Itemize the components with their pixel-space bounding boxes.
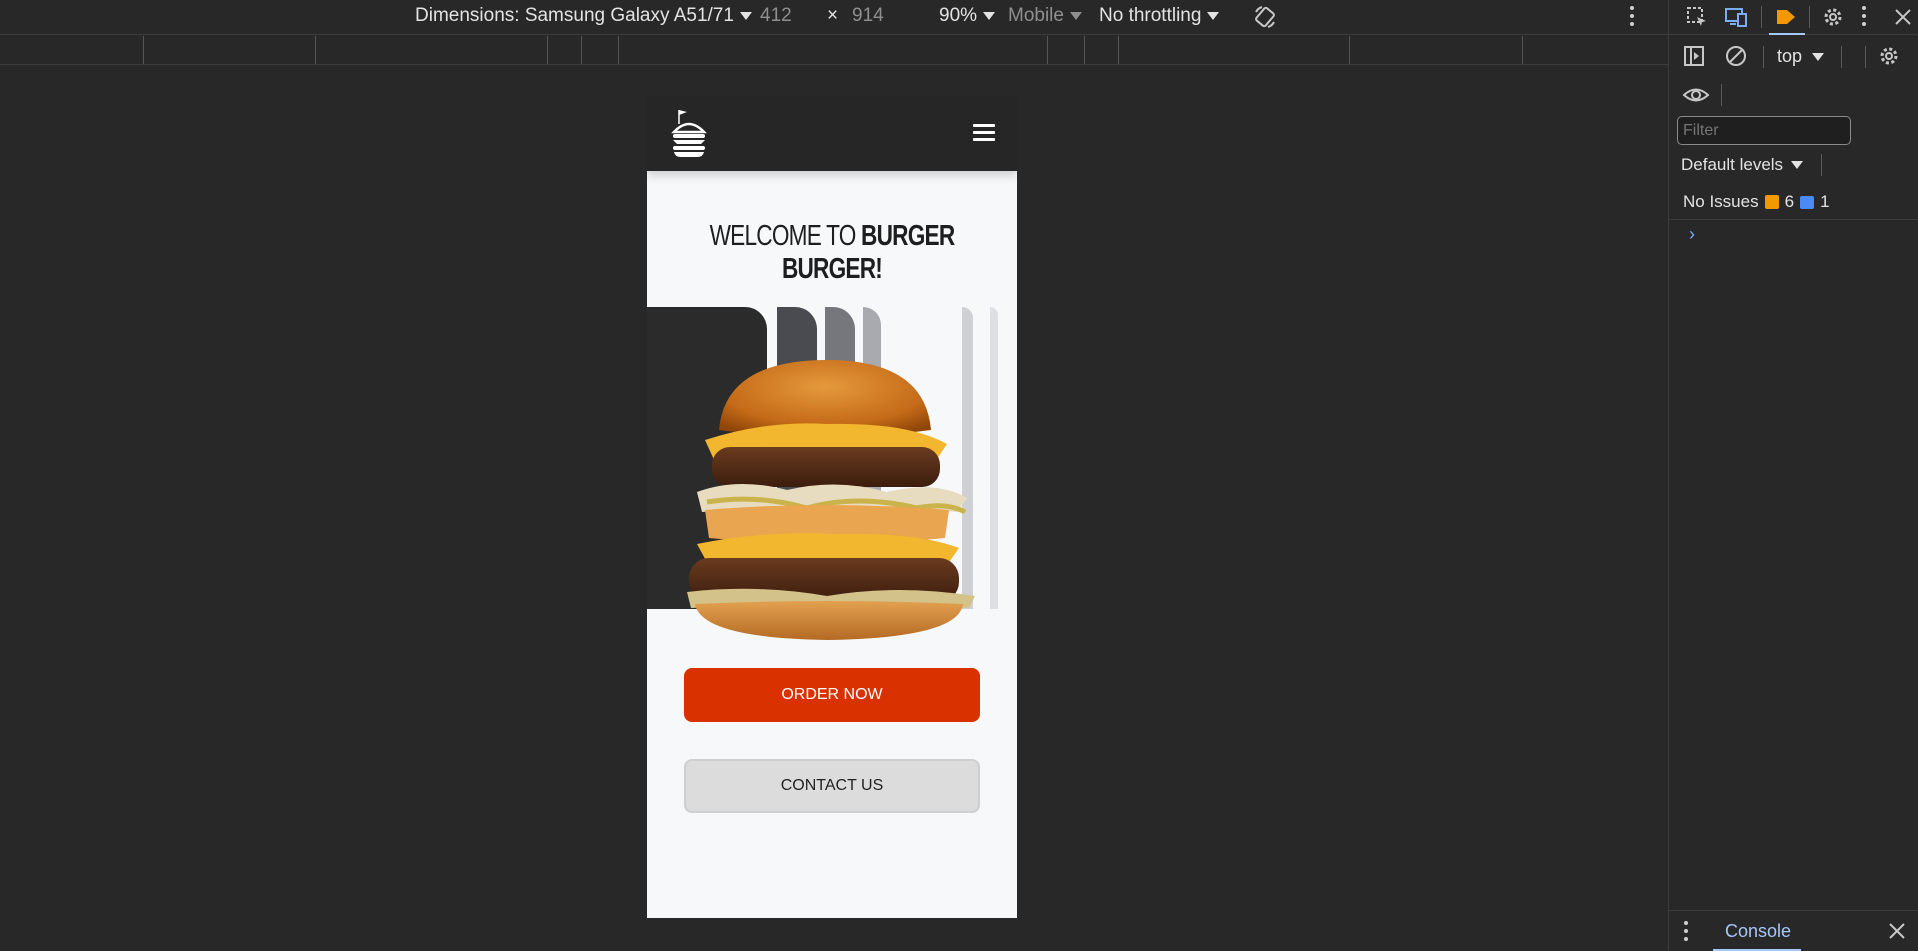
throttling-dropdown[interactable]: No throttling <box>1099 5 1220 27</box>
zoom-dropdown[interactable]: 90% <box>939 5 996 27</box>
height-input[interactable]: 914 <box>852 5 884 27</box>
info-count: 1 <box>1820 192 1830 211</box>
order-now-button[interactable]: ORDER NOW <box>684 668 980 722</box>
device-dimensions-label: Dimensions: Samsung Galaxy A51/71 <box>415 5 734 26</box>
drawer-more-icon[interactable] <box>1683 921 1689 941</box>
issues-label: No Issues <box>1683 192 1759 211</box>
inspect-element-icon[interactable] <box>1685 5 1709 29</box>
settings-gear-icon[interactable] <box>1821 5 1845 29</box>
clear-console-icon[interactable] <box>1724 44 1748 68</box>
devtools-panel: top Default levels No Issues 6 1 <box>1668 0 1918 951</box>
chevron-down-icon <box>1069 12 1082 20</box>
devtools-more-icon[interactable] <box>1861 6 1867 26</box>
welcome-prefix: WELCOME TO <box>709 220 862 252</box>
warning-count: 6 <box>1784 192 1795 211</box>
sidebar-toggle-icon[interactable] <box>1682 44 1706 68</box>
chevron-down-icon <box>1812 52 1825 61</box>
mobile-viewport: WELCOME TO BURGER BURGER! ORDER NOW CONT… <box>647 96 1017 918</box>
device-type-value: Mobile <box>1008 5 1064 26</box>
context-value: top <box>1777 46 1803 66</box>
hamburger-menu-icon[interactable] <box>973 124 995 141</box>
device-toolbar-icon[interactable] <box>1724 5 1748 29</box>
device-toolbar: Dimensions: Samsung Galaxy A51/71 412 × … <box>0 0 1668 35</box>
more-options-icon[interactable] <box>1629 6 1635 26</box>
contact-us-button[interactable]: CONTACT US <box>684 759 980 813</box>
media-query-ruler <box>0 36 1668 65</box>
live-expression-eye-icon[interactable] <box>1682 83 1710 107</box>
device-dimensions-dropdown[interactable]: Dimensions: Samsung Galaxy A51/71 <box>415 5 752 27</box>
burger-logo-icon[interactable] <box>669 106 709 158</box>
chevron-down-icon <box>1791 161 1804 169</box>
welcome-heading: WELCOME TO BURGER BURGER! <box>688 220 977 286</box>
console-toolbar: top <box>1669 36 1918 76</box>
console-prompt[interactable]: › <box>1689 224 1695 245</box>
devtools-top-toolbar <box>1669 0 1918 35</box>
dimension-separator: × <box>827 5 838 27</box>
tab-console[interactable]: Console <box>1725 921 1791 942</box>
close-drawer-icon[interactable] <box>1885 919 1909 943</box>
times-symbol: × <box>827 5 839 26</box>
chevron-down-icon <box>1207 12 1220 20</box>
device-type-dropdown[interactable]: Mobile <box>1008 5 1082 27</box>
hero-bar-palest <box>990 307 998 609</box>
info-message-icon <box>1800 195 1815 209</box>
close-icon[interactable] <box>1891 5 1915 29</box>
site-header <box>647 96 1017 171</box>
width-value: 412 <box>760 5 792 26</box>
issues-counter[interactable]: No Issues 6 1 <box>1683 192 1830 212</box>
drawer-bar: Console <box>1669 910 1918 951</box>
log-levels-label: Default levels <box>1681 155 1784 174</box>
hero-image <box>647 307 1017 642</box>
zoom-value: 90% <box>939 5 978 26</box>
width-input[interactable]: 412 <box>760 5 792 27</box>
height-value: 914 <box>852 5 884 26</box>
context-selector[interactable]: top <box>1777 46 1825 67</box>
devtools-window: Dimensions: Samsung Galaxy A51/71 412 × … <box>0 0 1918 951</box>
chevron-down-icon <box>739 12 752 20</box>
sources-icon[interactable] <box>1774 5 1798 29</box>
console-filter-input[interactable] <box>1677 116 1851 145</box>
chevron-down-icon <box>983 12 996 20</box>
rotate-icon[interactable] <box>1252 4 1278 30</box>
warning-icon <box>1764 195 1779 209</box>
burger-photo <box>687 360 975 640</box>
throttling-value: No throttling <box>1099 5 1202 26</box>
console-settings-icon[interactable] <box>1877 44 1901 68</box>
log-levels-dropdown[interactable]: Default levels <box>1681 155 1804 175</box>
